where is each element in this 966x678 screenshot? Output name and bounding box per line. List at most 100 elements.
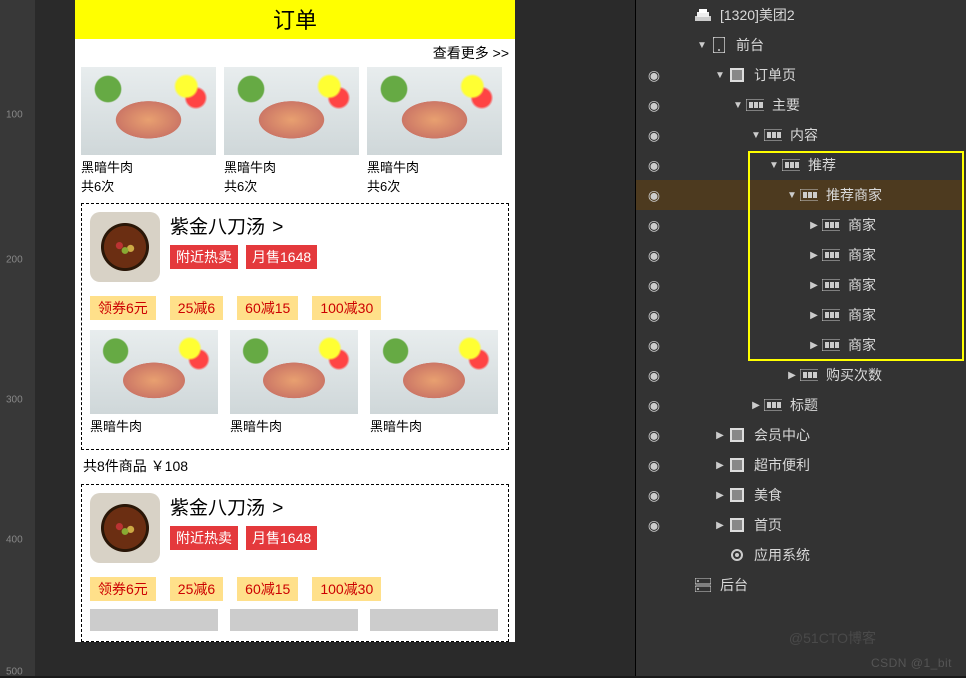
food-image <box>81 67 216 155</box>
food-image <box>230 609 358 631</box>
food-image <box>224 67 359 155</box>
frame-icon <box>782 158 800 172</box>
chevron-right-icon[interactable]: ▶ <box>712 490 728 501</box>
see-more[interactable]: 查看更多 >> <box>75 39 515 65</box>
shop-block: 紫金八刀汤 > 附近热卖 月售1648 领券6元 25减6 60减15 100减… <box>81 484 509 642</box>
tree-backend[interactable]: 后台 <box>636 570 966 600</box>
shop-avatar[interactable] <box>90 212 160 282</box>
server-icon <box>694 578 712 592</box>
thumb-item[interactable]: 黑暗牛肉 <box>90 330 218 435</box>
eye-icon[interactable]: ◉ <box>636 157 672 174</box>
tree-shop-item[interactable]: ◉▶商家 <box>636 270 966 300</box>
chevron-right-icon[interactable]: ▶ <box>806 250 822 261</box>
chevron-down-icon[interactable]: ▼ <box>694 40 710 51</box>
tree-shop-item[interactable]: ◉▶商家 <box>636 300 966 330</box>
food-image <box>230 330 358 414</box>
chevron-right-icon[interactable]: ▶ <box>806 280 822 291</box>
badge-hot: 附近热卖 <box>170 526 238 550</box>
tree-recommend[interactable]: ◉▼推荐 <box>636 150 966 180</box>
coupon[interactable]: 60减15 <box>237 577 298 601</box>
badge-sold: 月售1648 <box>246 526 317 550</box>
frame-icon <box>764 128 782 142</box>
page-icon <box>728 488 746 502</box>
chevron-right-icon[interactable]: ▶ <box>712 430 728 441</box>
badge-sold: 月售1648 <box>246 245 317 269</box>
eye-icon[interactable]: ◉ <box>636 247 672 264</box>
frame-icon <box>822 278 840 292</box>
eye-icon[interactable]: ◉ <box>636 397 672 414</box>
page-icon <box>728 428 746 442</box>
tree-home[interactable]: ◉▶首页 <box>636 510 966 540</box>
tree-recommend-shops[interactable]: ◉▼推荐商家 <box>636 180 966 210</box>
tree-content[interactable]: ◉▼内容 <box>636 120 966 150</box>
eye-icon[interactable]: ◉ <box>636 337 672 354</box>
canvas[interactable]: 订单 查看更多 >> 黑暗牛肉 共6次 黑暗牛肉 共6次 黑暗牛肉 共6次 <box>45 0 635 676</box>
page-icon <box>728 518 746 532</box>
tree-buy-count[interactable]: ◉▶购买次数 <box>636 360 966 390</box>
tree-front[interactable]: ▼前台 <box>636 30 966 60</box>
page-title: 订单 <box>75 0 515 39</box>
layers-panel[interactable]: [1320]美团2 ▼前台 ◉▼订单页 ◉▼主要 ◉▼内容 ◉▼推荐 ◉▼推荐商… <box>635 0 966 676</box>
tree-app-system[interactable]: 应用系统 <box>636 540 966 570</box>
eye-icon[interactable]: ◉ <box>636 307 672 324</box>
chevron-right-icon[interactable]: ▶ <box>712 460 728 471</box>
eye-icon[interactable]: ◉ <box>636 517 672 534</box>
eye-icon[interactable]: ◉ <box>636 67 672 84</box>
watermark: @51CTO博客 <box>789 628 876 648</box>
chevron-right-icon[interactable]: ▶ <box>806 310 822 321</box>
frame-icon <box>822 338 840 352</box>
eye-icon[interactable]: ◉ <box>636 217 672 234</box>
chevron-down-icon[interactable]: ▼ <box>748 130 764 141</box>
eye-icon[interactable]: ◉ <box>636 457 672 474</box>
shop-name[interactable]: 紫金八刀汤 > <box>170 493 317 520</box>
shop-avatar[interactable] <box>90 493 160 563</box>
tree-order-page[interactable]: ◉▼订单页 <box>636 60 966 90</box>
coupon[interactable]: 领券6元 <box>90 296 156 320</box>
coupon[interactable]: 100减30 <box>312 296 381 320</box>
phone-preview: 订单 查看更多 >> 黑暗牛肉 共6次 黑暗牛肉 共6次 黑暗牛肉 共6次 <box>75 0 515 642</box>
eye-icon[interactable]: ◉ <box>636 427 672 444</box>
thumb-item[interactable]: 黑暗牛肉 共6次 <box>81 67 216 195</box>
eye-icon[interactable]: ◉ <box>636 127 672 144</box>
tree-root[interactable]: [1320]美团2 <box>636 0 966 30</box>
thumb-item[interactable]: 黑暗牛肉 <box>230 330 358 435</box>
chevron-down-icon[interactable]: ▼ <box>766 160 782 171</box>
chevron-right-icon[interactable]: ▶ <box>806 340 822 351</box>
coupon[interactable]: 25减6 <box>170 577 223 601</box>
frame-icon <box>800 188 818 202</box>
eye-icon[interactable]: ◉ <box>636 367 672 384</box>
shop-name[interactable]: 紫金八刀汤 > <box>170 212 317 239</box>
frame-icon <box>800 368 818 382</box>
coupon[interactable]: 领券6元 <box>90 577 156 601</box>
food-image <box>370 609 498 631</box>
chevron-down-icon[interactable]: ▼ <box>712 70 728 81</box>
eye-icon[interactable]: ◉ <box>636 277 672 294</box>
chevron-down-icon[interactable]: ▼ <box>730 100 746 111</box>
thumb-item[interactable]: 黑暗牛肉 <box>370 330 498 435</box>
eye-icon[interactable]: ◉ <box>636 97 672 114</box>
cart-summary: 共8件商品 ￥108 <box>75 452 515 482</box>
coupon[interactable]: 100减30 <box>312 577 381 601</box>
frame-icon <box>822 248 840 262</box>
thumb-item[interactable]: 黑暗牛肉 共6次 <box>224 67 359 195</box>
chevron-right-icon[interactable]: ▶ <box>806 220 822 231</box>
food-image <box>367 67 502 155</box>
tree-title-node[interactable]: ◉▶标题 <box>636 390 966 420</box>
coupon[interactable]: 60减15 <box>237 296 298 320</box>
eye-icon[interactable]: ◉ <box>636 187 672 204</box>
tree-shop-item[interactable]: ◉▶商家 <box>636 240 966 270</box>
tree-market[interactable]: ◉▶超市便利 <box>636 450 966 480</box>
tree-shop-item[interactable]: ◉▶商家 <box>636 330 966 360</box>
tree-food[interactable]: ◉▶美食 <box>636 480 966 510</box>
tree-member[interactable]: ◉▶会员中心 <box>636 420 966 450</box>
chevron-right-icon[interactable]: ▶ <box>748 400 764 411</box>
thumb-item[interactable]: 黑暗牛肉 共6次 <box>367 67 502 195</box>
chevron-down-icon[interactable]: ▼ <box>784 190 800 201</box>
chevron-right-icon[interactable]: ▶ <box>712 520 728 531</box>
eye-icon[interactable]: ◉ <box>636 487 672 504</box>
coupon[interactable]: 25减6 <box>170 296 223 320</box>
tree-main[interactable]: ◉▼主要 <box>636 90 966 120</box>
stack-icon <box>694 8 712 22</box>
chevron-right-icon[interactable]: ▶ <box>784 370 800 381</box>
tree-shop-item[interactable]: ◉▶商家 <box>636 210 966 240</box>
